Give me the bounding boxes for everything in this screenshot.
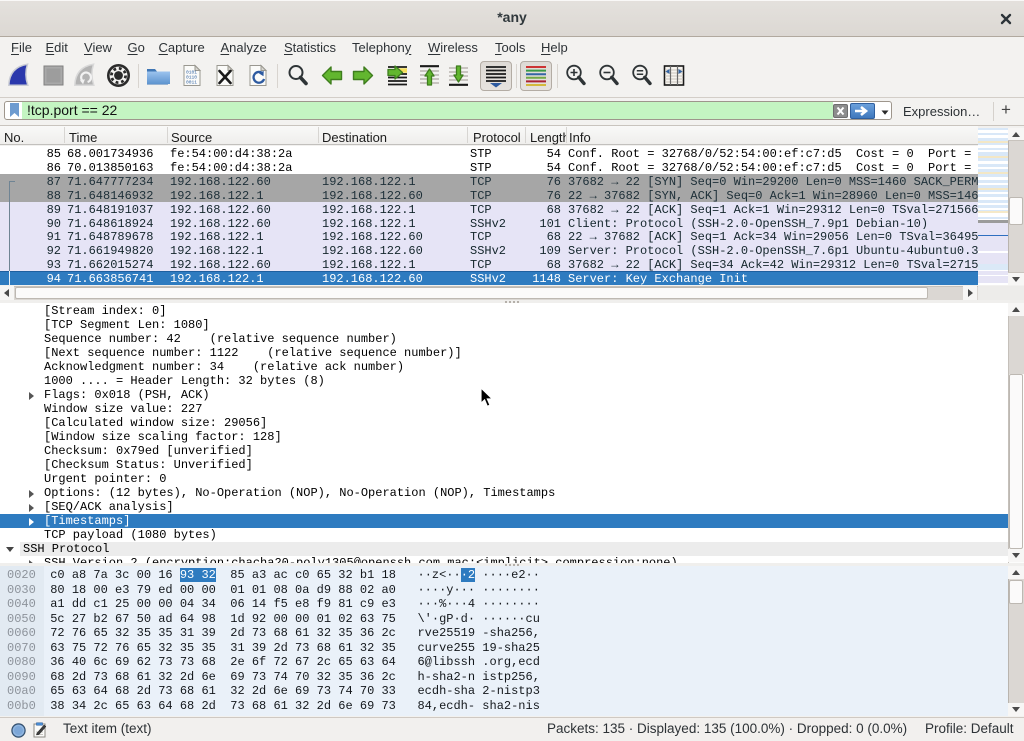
svg-text:0011: 0011 xyxy=(186,80,197,86)
